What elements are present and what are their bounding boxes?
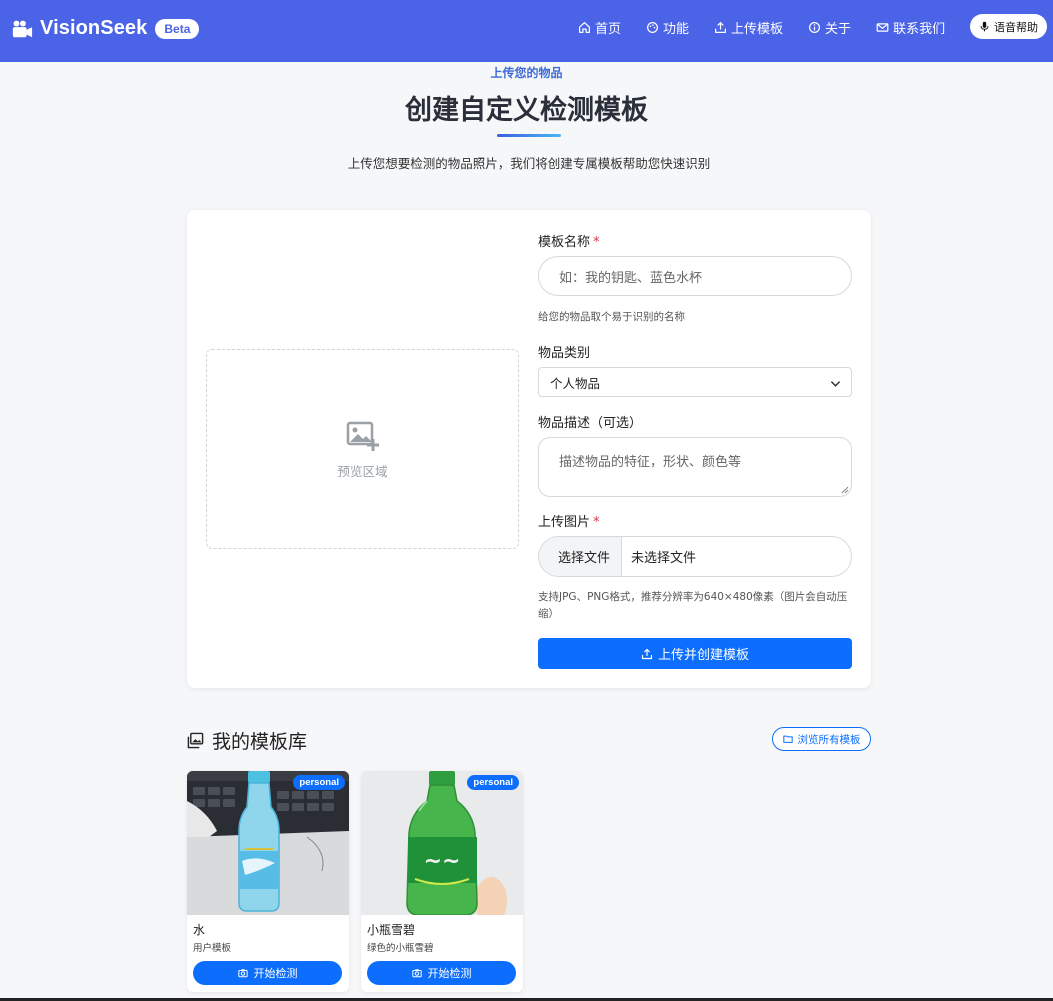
start-detection-label: 开始检测 bbox=[427, 967, 472, 980]
template-thumbnail[interactable]: ~~ personal bbox=[361, 771, 523, 915]
palette-icon bbox=[647, 22, 658, 33]
title-underline bbox=[497, 134, 561, 137]
brand[interactable]: VisionSeek Beta bbox=[11, 17, 200, 40]
nav-item-about[interactable]: 关于 bbox=[808, 18, 851, 37]
template-name-placeholder: 如：我的钥匙、蓝色水杯 bbox=[559, 270, 703, 286]
template-card[interactable]: personal 水 用户模板 开始检测 bbox=[187, 771, 349, 992]
library-heading: 我的模板库 bbox=[187, 727, 307, 754]
nav-item-upload-template[interactable]: 上传模板 bbox=[714, 18, 783, 37]
upload-card: 预览区域 模板名称 * 如：我的钥匙、蓝色水杯 给您的物品取个易于识别的名称 物品… bbox=[187, 210, 871, 688]
category-select[interactable]: 个人物品 bbox=[538, 367, 852, 397]
info-icon bbox=[809, 22, 821, 33]
add-image-icon bbox=[346, 421, 379, 451]
required-mark: * bbox=[593, 235, 600, 250]
nav-item-label: 上传模板 bbox=[731, 22, 784, 37]
template-name-input[interactable]: 如：我的钥匙、蓝色水杯 bbox=[538, 256, 852, 296]
name-label-text: 模板名称 bbox=[538, 235, 591, 250]
resize-grip-icon[interactable] bbox=[841, 486, 849, 494]
browse-all-templates-button[interactable]: 浏览所有模板 bbox=[772, 727, 871, 751]
file-status: 未选择文件 bbox=[631, 551, 697, 566]
page-title: 创建自定义检测模板 bbox=[405, 95, 648, 126]
browse-all-label: 浏览所有模板 bbox=[797, 733, 861, 746]
page-description: 上传您想要检测的物品照片，我们将创建专属模板帮助您快速识别 bbox=[347, 156, 711, 171]
water-bottle-photo bbox=[187, 771, 349, 915]
start-detection-button[interactable]: 开始检测 bbox=[367, 961, 516, 985]
nav-item-label: 功能 bbox=[663, 22, 690, 37]
upload-icon bbox=[641, 648, 653, 659]
name-label: 模板名称 * bbox=[538, 231, 600, 250]
upload-create-button[interactable]: 上传并创建模板 bbox=[538, 638, 852, 669]
envelope-icon bbox=[876, 23, 889, 32]
video-camera-icon bbox=[12, 20, 33, 37]
start-detection-label: 开始检测 bbox=[253, 967, 298, 980]
nav-item-contact[interactable]: 联系我们 bbox=[876, 18, 945, 37]
navbar: VisionSeek Beta 首页 功能 上传模板 关于 联系我们 语音帮助 bbox=[0, 0, 1053, 62]
image-label: 上传图片 * bbox=[538, 511, 600, 530]
name-hint: 给您的物品取个易于识别的名称 bbox=[538, 311, 685, 323]
voice-help-button[interactable]: 语音帮助 bbox=[970, 14, 1047, 39]
voice-help-label: 语音帮助 bbox=[994, 20, 1038, 34]
page-eyebrow: 上传您的物品 bbox=[490, 66, 563, 80]
template-badge: personal bbox=[293, 775, 345, 790]
choose-file-button[interactable]: 选择文件 bbox=[539, 537, 623, 576]
upload-icon bbox=[715, 22, 727, 33]
camera-icon bbox=[411, 969, 422, 978]
template-name: 小瓶雪碧 bbox=[367, 923, 416, 937]
template-description: 用户模板 bbox=[193, 943, 232, 954]
image-hint: 支持JPG、PNG格式，推荐分辨率为640×480像素（图片会自动压缩） bbox=[538, 591, 848, 620]
nav-item-home[interactable]: 首页 bbox=[578, 18, 621, 37]
required-mark: * bbox=[593, 515, 600, 530]
preview-label: 预览区域 bbox=[337, 463, 388, 479]
nav-item-label: 联系我们 bbox=[893, 22, 946, 37]
file-input[interactable]: 选择文件 未选择文件 bbox=[538, 536, 852, 577]
category-value: 个人物品 bbox=[550, 375, 601, 391]
start-detection-button[interactable]: 开始检测 bbox=[193, 961, 342, 985]
template-card[interactable]: ~~ personal 小瓶雪碧 绿色的小瓶雪碧 开始检测 bbox=[361, 771, 523, 992]
description-label: 物品描述（可选） bbox=[538, 416, 643, 431]
description-textarea[interactable]: 描述物品的特征，形状、颜色等 bbox=[538, 437, 852, 497]
chevron-down-icon bbox=[830, 381, 841, 387]
template-thumbnail[interactable]: personal bbox=[187, 771, 349, 915]
preview-area: 预览区域 bbox=[206, 349, 519, 549]
image-label-text: 上传图片 bbox=[538, 515, 591, 530]
nav-item-label: 首页 bbox=[595, 22, 622, 37]
images-icon bbox=[187, 732, 204, 749]
microphone-icon bbox=[980, 21, 989, 32]
description-placeholder: 描述物品的特征，形状、颜色等 bbox=[559, 455, 742, 470]
beta-badge: Beta bbox=[155, 18, 200, 39]
folder-icon bbox=[782, 735, 793, 743]
nav-item-label: 关于 bbox=[825, 22, 852, 37]
template-name: 水 bbox=[193, 923, 206, 937]
home-icon bbox=[579, 22, 590, 33]
sprite-bottle-photo: ~~ bbox=[361, 771, 523, 915]
template-description: 绿色的小瓶雪碧 bbox=[367, 943, 434, 954]
template-badge: personal bbox=[467, 775, 519, 790]
nav-item-features[interactable]: 功能 bbox=[646, 18, 689, 37]
library-title: 我的模板库 bbox=[212, 731, 308, 753]
svg-text:~~: ~~ bbox=[424, 849, 461, 874]
brand-name: VisionSeek bbox=[40, 17, 148, 39]
nav-menu: 首页 功能 上传模板 关于 联系我们 bbox=[578, 18, 970, 37]
camera-icon bbox=[237, 969, 248, 978]
category-label: 物品类别 bbox=[538, 346, 591, 361]
upload-create-label: 上传并创建模板 bbox=[657, 648, 749, 663]
